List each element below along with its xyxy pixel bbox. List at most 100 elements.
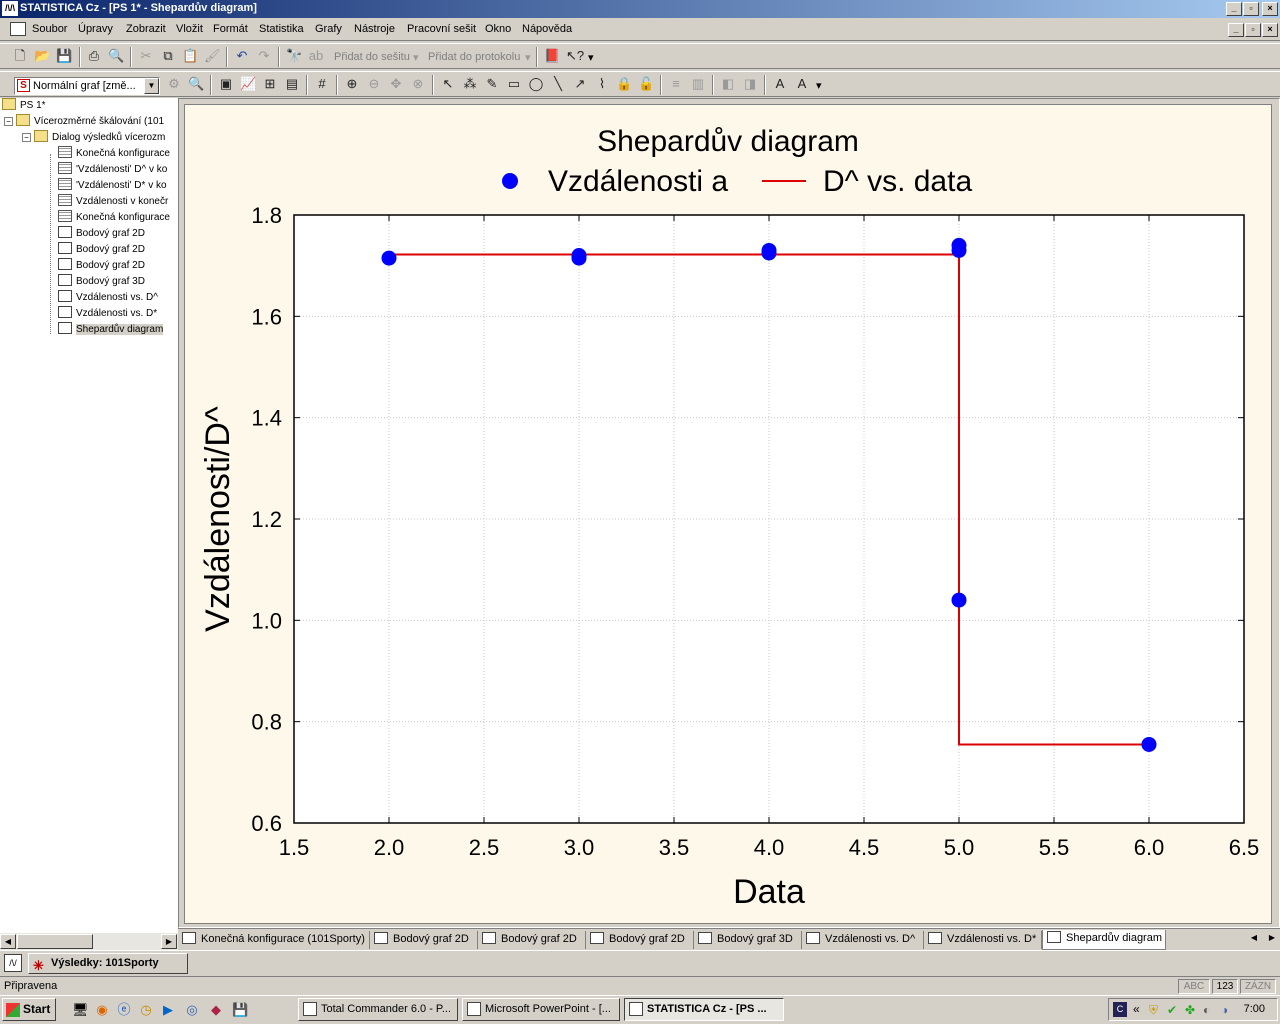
scroll-thumb[interactable] [17,934,93,949]
tree-item[interactable]: 'Vzdálenosti' D^ v ko [58,162,167,178]
menu-grafy[interactable]: Grafy [315,23,342,35]
find-icon[interactable]: 🔭 [286,48,302,64]
tab-document[interactable]: Bodový graf 2D [370,931,478,949]
save-icon[interactable]: 💾 [56,48,72,64]
tree-dialog[interactable]: − Dialog výsledků vícerozm [22,130,165,146]
send-back-icon[interactable]: ◨ [742,76,758,92]
draw-ellipse-icon[interactable]: ◯ [528,76,544,92]
select-pointer-icon[interactable]: ↖ [440,76,456,92]
add-to-workbook-dropdown-icon[interactable]: ▾ [413,51,419,64]
menu-statistika[interactable]: Statistika [259,23,304,35]
maximize-button[interactable]: ▫ [1243,2,1259,16]
copy-icon[interactable]: ⧉ [160,48,176,64]
shepard-chart[interactable]: 1.5 2.0 2.5 3.0 3.5 4.0 4.5 5.0 5.5 6.0 6.5 0.6 0.8 1… [185,105,1271,923]
draw-line-icon[interactable]: ╲ [550,76,566,92]
tree-root[interactable]: PS 1* [2,98,46,114]
collapse-icon[interactable]: − [22,133,31,142]
bring-front-icon[interactable]: ◧ [720,76,736,92]
add-plot-icon[interactable]: ⊞ [262,76,278,92]
tab-document[interactable]: Bodový graf 2D [586,931,694,949]
clock-app-icon[interactable]: ◷ [138,1002,154,1018]
menu-vlozit[interactable]: Vložit [176,23,203,35]
tree-item[interactable]: Vzdálenosti vs. D* [58,306,157,322]
taskbar-task[interactable]: Total Commander 6.0 - P... [298,998,458,1021]
edit-text-icon[interactable]: ✎ [484,76,500,92]
shield-icon[interactable]: ⛨ [1149,1003,1158,1018]
tab-document[interactable]: Vzdálenosti vs. D* [924,931,1042,949]
graph-window-icon[interactable]: ▤ [284,76,300,92]
network-icon[interactable]: ◐ [1203,1003,1210,1017]
add-to-report-dropdown-icon[interactable]: ▾ [525,51,531,64]
distribute-icon[interactable]: ▥ [690,76,706,92]
media-player-icon[interactable]: ▶ [160,1002,176,1018]
zoom-graph-icon[interactable]: 🔍 [188,76,204,92]
tab-active[interactable]: Shepardův diagram [1042,930,1166,950]
book-icon[interactable]: 📕 [544,48,560,64]
draw-polyline-icon[interactable]: ⌇ [594,76,610,92]
menu-format[interactable]: Formát [213,23,248,35]
print-icon[interactable]: ⎙ [86,48,102,64]
doc-close-button[interactable]: × [1262,23,1278,37]
tree-item[interactable]: Bodový graf 2D [58,258,145,274]
volume-icon[interactable]: ◑ [1221,1003,1228,1017]
tab-scroll-left-icon[interactable]: ◀ [1246,931,1262,946]
menu-okno[interactable]: Okno [485,23,511,35]
graph-type-combo[interactable]: S Normální graf [změ... ▼ [14,77,160,95]
ie-icon[interactable]: ⓔ [116,1002,132,1018]
disk-icon[interactable]: 💾 [232,1002,248,1018]
tab-document[interactable]: Bodový graf 2D [478,931,586,949]
tool-icon[interactable]: ◆ [208,1002,224,1018]
doc-restore-button[interactable]: ▫ [1245,23,1261,37]
undo-icon[interactable]: ↶ [234,48,250,64]
tree-item[interactable]: Bodový graf 3D [58,274,145,290]
tray-app-icon[interactable]: C [1113,1002,1127,1017]
add-to-report-button[interactable]: Přidat do protokolu [428,51,520,63]
results-button[interactable]: ✳ Výsledky: 101Sporty [28,953,188,974]
menu-nastroje[interactable]: Nástroje [354,23,395,35]
menu-soubor[interactable]: Soubor [32,23,67,35]
tree-item[interactable]: Bodový graf 2D [58,226,145,242]
new-icon[interactable]: 🗋 [12,48,28,64]
unlock-icon[interactable]: 🔓 [638,76,654,92]
help-dropdown-icon[interactable]: ▾ [588,51,594,64]
tree-group[interactable]: − Vícerozměrné škálování (101 [4,114,164,130]
plot-icon[interactable]: 📈 [240,76,256,92]
tab-document[interactable]: Konečná konfigurace (101Sporty) [178,931,370,949]
format-painter-icon[interactable]: 🖌 [204,48,221,64]
document-icon[interactable] [10,22,26,36]
pan-icon[interactable]: ✥ [388,76,404,92]
statistica-small-icon[interactable]: /\/ [4,954,22,972]
graph-options-icon[interactable]: ▣ [218,76,234,92]
tab-document[interactable]: Vzdálenosti vs. D^ [802,931,924,949]
menu-pracovni-sesit[interactable]: Pracovní sešit [407,23,476,35]
grid-icon[interactable]: # [314,76,330,92]
print-preview-icon[interactable]: 🔍 [108,48,124,64]
minimize-button[interactable]: _ [1226,2,1242,16]
start-button[interactable]: Start [2,998,56,1021]
replace-icon[interactable]: ab [308,48,324,64]
firefox-icon[interactable]: ◉ [94,1002,110,1018]
zoom-out-icon[interactable]: ⊖ [366,76,382,92]
tree-item[interactable]: Vzdálenosti vs. D^ [58,290,158,306]
statistica-icon[interactable]: /\/\ [2,1,18,16]
desktop-icon[interactable]: 🖥 [72,1002,89,1018]
brush-points-icon[interactable]: ⁂ [462,76,478,92]
taskbar-task[interactable]: Microsoft PowerPoint - [... [462,998,620,1021]
check-icon[interactable]: ✔ [1167,1003,1177,1017]
collapse-icon[interactable]: − [4,117,13,126]
tab-document[interactable]: Bodový graf 3D [694,931,802,949]
tree-item[interactable]: Vzdálenosti v konečr [58,194,168,210]
open-icon[interactable]: 📂 [34,48,50,64]
tree-item[interactable]: Konečná konfigurace [58,210,170,226]
redo-icon[interactable]: ↷ [256,48,272,64]
tree-item[interactable]: Konečná konfigurace [58,146,170,162]
tree-item[interactable]: Bodový graf 2D [58,242,145,258]
taskbar-task[interactable]: STATISTICA Cz - [PS ... [624,998,784,1021]
scroll-right-icon[interactable]: ▶ [161,934,177,949]
browser-icon[interactable]: ◎ [184,1002,200,1018]
tree-item[interactable]: 'Vzdálenosti' D* v ko [58,178,167,194]
lock-icon[interactable]: 🔒 [616,76,632,92]
font-size-icon[interactable]: A [772,76,788,92]
zoom-in-icon[interactable]: ⊕ [344,76,360,92]
tab-scroll-right-icon[interactable]: ▶ [1264,931,1280,946]
